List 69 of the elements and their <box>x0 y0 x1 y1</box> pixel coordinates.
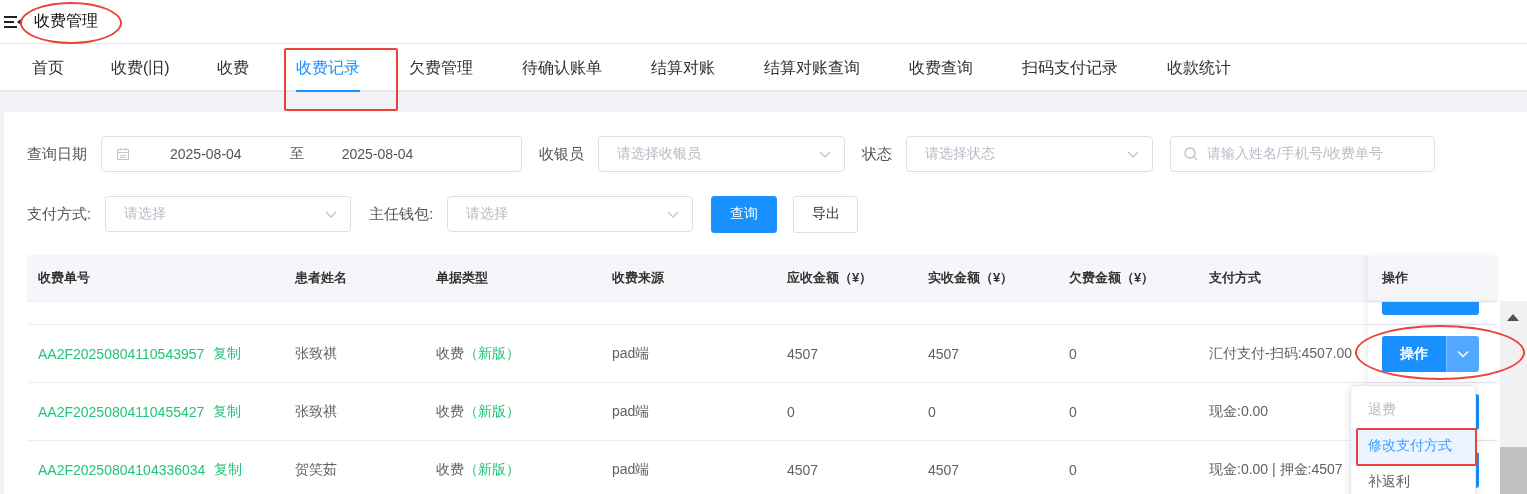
tab[interactable]: 首页 <box>32 44 64 92</box>
tab[interactable]: 欠费管理 <box>408 44 473 92</box>
column-header: 应收金额（¥） <box>786 269 874 287</box>
tab[interactable]: 收费(旧) <box>111 44 170 92</box>
table-cell: 收费 <box>436 402 464 421</box>
table-cell-text: pad端 <box>611 401 651 421</box>
table-cell-text: 0 <box>1068 402 1078 422</box>
range-separator: 至 <box>289 145 304 163</box>
table-cell-text: 0 <box>1068 344 1078 364</box>
table-cell-text: 4507 <box>786 460 820 480</box>
order-number: AA2F20250804104336034 <box>38 461 206 478</box>
page-title: 收费管理 <box>34 11 98 31</box>
table-cell-text: 4507 <box>786 344 820 364</box>
table-cell-text: pad端 <box>611 459 651 479</box>
table-cell-text: 现金:0.00 <box>1208 401 1270 421</box>
field-label: 支付方式: <box>27 204 92 224</box>
table-cell: 收费 <box>436 344 464 363</box>
order-number: AA2F20250804110543957 <box>38 345 205 362</box>
column-header: 支付方式 <box>1208 269 1262 287</box>
table-cell-text: 现金:0.00 | 押金:4507 <box>1208 459 1344 479</box>
version-tag: （新版） <box>464 402 520 421</box>
start-date: 2025-08-04 <box>170 146 242 162</box>
tab[interactable]: 收费查询 <box>908 44 973 92</box>
table-cell-text: 4507 <box>927 344 961 364</box>
menu-item[interactable]: 补返利 <box>1351 464 1475 494</box>
column-header: 患者姓名 <box>294 269 348 287</box>
scrollbar-thumb[interactable] <box>1500 447 1527 494</box>
chevron-down-icon <box>1457 349 1469 358</box>
table-cell-text: 汇付支付-扫码:4507.00 <box>1208 343 1354 363</box>
field-label: 主任钱包: <box>369 204 434 224</box>
column-header: 操作 <box>1368 255 1498 301</box>
scroll-up-icon <box>1507 313 1519 321</box>
chevron-down-icon <box>1126 149 1140 159</box>
export-button[interactable]: 导出 <box>793 195 859 233</box>
menu-icon[interactable] <box>4 14 22 29</box>
table-cell-text: 张致祺 <box>294 343 338 363</box>
calendar-icon <box>116 147 130 161</box>
date-range-field[interactable]: 2025-08-04 至 2025-08-04 <box>101 136 522 172</box>
table-cell-text: 4507 <box>927 460 961 480</box>
dropdown-toggle[interactable] <box>1446 335 1479 372</box>
table-cell-text: 0 <box>1068 460 1078 480</box>
table-cell-text: 0 <box>927 402 937 422</box>
column-header: 收费单号 <box>37 269 91 287</box>
column-header: 欠费金额（¥） <box>1068 269 1156 287</box>
table-cell-text: 张致祺 <box>294 401 338 421</box>
table-cell-text: 贺笑茹 <box>294 459 338 479</box>
tab[interactable]: 结算对账查询 <box>763 44 860 92</box>
field-label: 状态 <box>862 144 892 164</box>
field-label: 收银员 <box>539 144 584 164</box>
table-cell: 收费 <box>436 460 464 479</box>
table-cell-text: pad端 <box>611 343 651 363</box>
tab[interactable]: 待确认账单 <box>521 44 602 92</box>
column-header: 收费来源 <box>611 269 665 287</box>
order-number: AA2F20250804110455427 <box>38 403 205 420</box>
column-header: 实收金额（¥） <box>927 269 1015 287</box>
version-tag: （新版） <box>464 460 520 479</box>
table-cell-text: 0 <box>786 402 796 422</box>
field-label: 查询日期 <box>27 144 87 164</box>
chevron-down-icon <box>324 209 339 219</box>
tab[interactable]: 结算对账 <box>650 44 715 92</box>
chevron-down-icon <box>818 149 832 159</box>
tab[interactable]: 扫码支付记录 <box>1021 44 1118 92</box>
column-header: 单据类型 <box>435 269 489 287</box>
end-date: 2025-08-04 <box>341 146 414 162</box>
chevron-down-icon <box>666 209 681 219</box>
version-tag: （新版） <box>464 344 520 363</box>
search-icon <box>1183 146 1199 162</box>
tab[interactable]: 收费 <box>216 44 249 92</box>
tab[interactable]: 收款统计 <box>1166 44 1231 92</box>
